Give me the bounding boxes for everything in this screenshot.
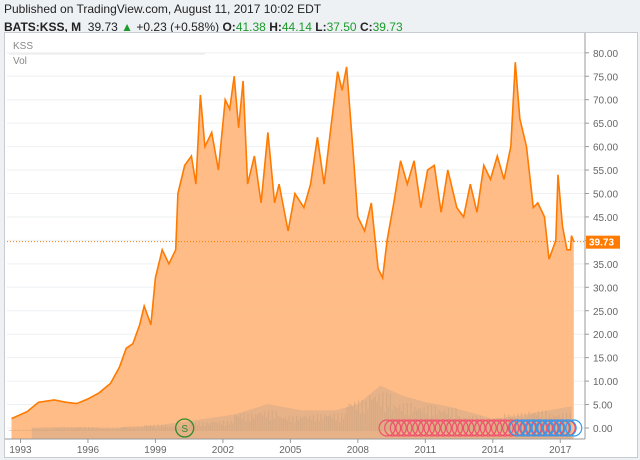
volume-bar — [22, 429, 24, 431]
y-tick-label: 20.00 — [593, 330, 618, 341]
x-tick-label: 2002 — [212, 445, 235, 456]
y-tick-label: 45.00 — [593, 213, 618, 224]
volume-bar — [16, 430, 19, 431]
y-tick-label: 70.00 — [593, 96, 618, 107]
y-tick-label: 5.00 — [593, 401, 613, 412]
volume-bar — [11, 429, 13, 431]
price-chart[interactable]: 80.00 75.00 70.00 65.00 60.00 55.00 50.00 45.00… — [5, 33, 637, 457]
y-tick-label: 50.00 — [593, 190, 618, 201]
x-tick-label: 2005 — [279, 445, 302, 456]
published-line: Published on TradingView.com, August 11,… — [4, 2, 322, 16]
y-tick-label: 65.00 — [593, 119, 618, 130]
volume-bar — [20, 430, 22, 431]
y-tick-label: 80.00 — [593, 49, 618, 60]
price-area — [11, 62, 574, 439]
volume-bar — [29, 429, 32, 431]
volume-bar — [27, 429, 30, 431]
x-tick-label: 2008 — [347, 445, 370, 456]
x-tick-label: 1993 — [9, 445, 32, 456]
y-tick-label: 15.00 — [593, 354, 618, 365]
split-marker-label: S — [181, 424, 188, 435]
x-tick-label: 2014 — [482, 445, 505, 456]
x-tick-label: 2011 — [415, 445, 437, 456]
legend-volume: Vol — [13, 56, 27, 67]
x-tick-label: 1999 — [144, 445, 167, 456]
volume-bar — [14, 429, 17, 431]
last-price-label: 39.73 — [589, 238, 614, 249]
x-tick-label: 1996 — [77, 445, 100, 456]
y-tick-label: 30.00 — [593, 283, 618, 294]
chart-panel[interactable]: 80.00 75.00 70.00 65.00 60.00 55.00 50.00 45.00… — [4, 32, 638, 458]
y-tick-label: 60.00 — [593, 143, 618, 154]
volume-bar — [26, 429, 28, 431]
x-tick-label: 2017 — [549, 445, 572, 456]
y-tick-label: 25.00 — [593, 307, 618, 318]
y-tick-label: 55.00 — [593, 166, 618, 177]
volume-bar — [12, 430, 15, 431]
y-tick-label: 0.00 — [593, 424, 613, 435]
volume-bar — [18, 429, 20, 431]
y-tick-label: 35.00 — [593, 260, 618, 271]
y-tick-label: 10.00 — [593, 377, 618, 388]
y-tick-label: 75.00 — [593, 72, 618, 83]
volume-bar — [9, 429, 11, 431]
legend-series: KSS — [13, 41, 33, 52]
volume-bar — [24, 430, 26, 431]
